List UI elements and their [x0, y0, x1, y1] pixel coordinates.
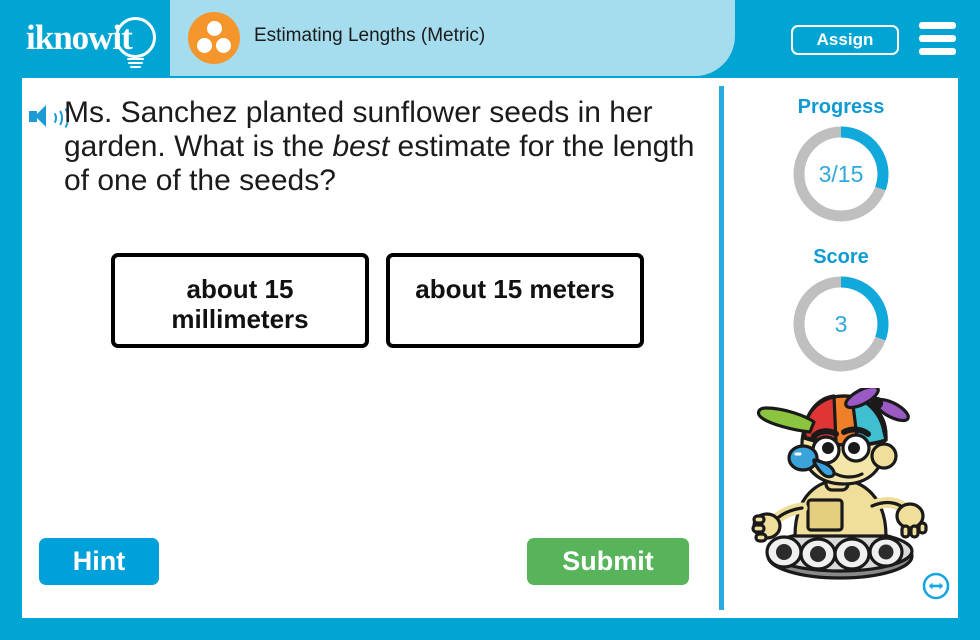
assign-button[interactable]: Assign	[791, 25, 899, 55]
content-frame: Ms. Sanchez planted sunflower seeds in h…	[22, 78, 958, 618]
three-dots-circle-icon	[188, 12, 240, 64]
score-ring: 3	[789, 272, 893, 376]
robot-mascot-propeller-hat	[740, 384, 940, 588]
lightbulb-icon	[115, 17, 156, 58]
lesson-tab[interactable]: Estimating Lengths (Metric)	[170, 0, 735, 76]
lightbulb-base-icon	[127, 58, 144, 69]
submit-button[interactable]: Submit	[527, 538, 689, 585]
lesson-title: Estimating Lengths (Metric)	[254, 25, 486, 46]
app-root: iknowit Estimating Lengths (Metric) Assi…	[0, 0, 980, 640]
answer-choices: about 15 millimetersabout 15 meters	[111, 253, 661, 348]
question-emphasis: best	[332, 130, 390, 163]
answer-choice[interactable]: about 15 meters	[386, 253, 644, 348]
resize-horizontal-icon[interactable]	[922, 572, 950, 600]
score-label: Score	[813, 246, 869, 268]
progress-value: 3/15	[818, 160, 864, 187]
progress-ring: 3/15	[789, 122, 893, 226]
score-value: 3	[834, 310, 848, 337]
hamburger-menu-icon[interactable]	[919, 22, 956, 56]
hint-button[interactable]: Hint	[39, 538, 159, 585]
question-text: Ms. Sanchez planted sunflower seeds in h…	[64, 96, 714, 198]
answer-choice[interactable]: about 15 millimeters	[111, 253, 369, 348]
brand-logo[interactable]: iknowit	[26, 14, 166, 69]
status-sidebar: Progress 3/15 Score 3	[724, 78, 958, 618]
speaker-icon[interactable]	[29, 104, 69, 131]
app-header: iknowit Estimating Lengths (Metric) Assi…	[0, 0, 980, 78]
progress-label: Progress	[797, 96, 885, 118]
